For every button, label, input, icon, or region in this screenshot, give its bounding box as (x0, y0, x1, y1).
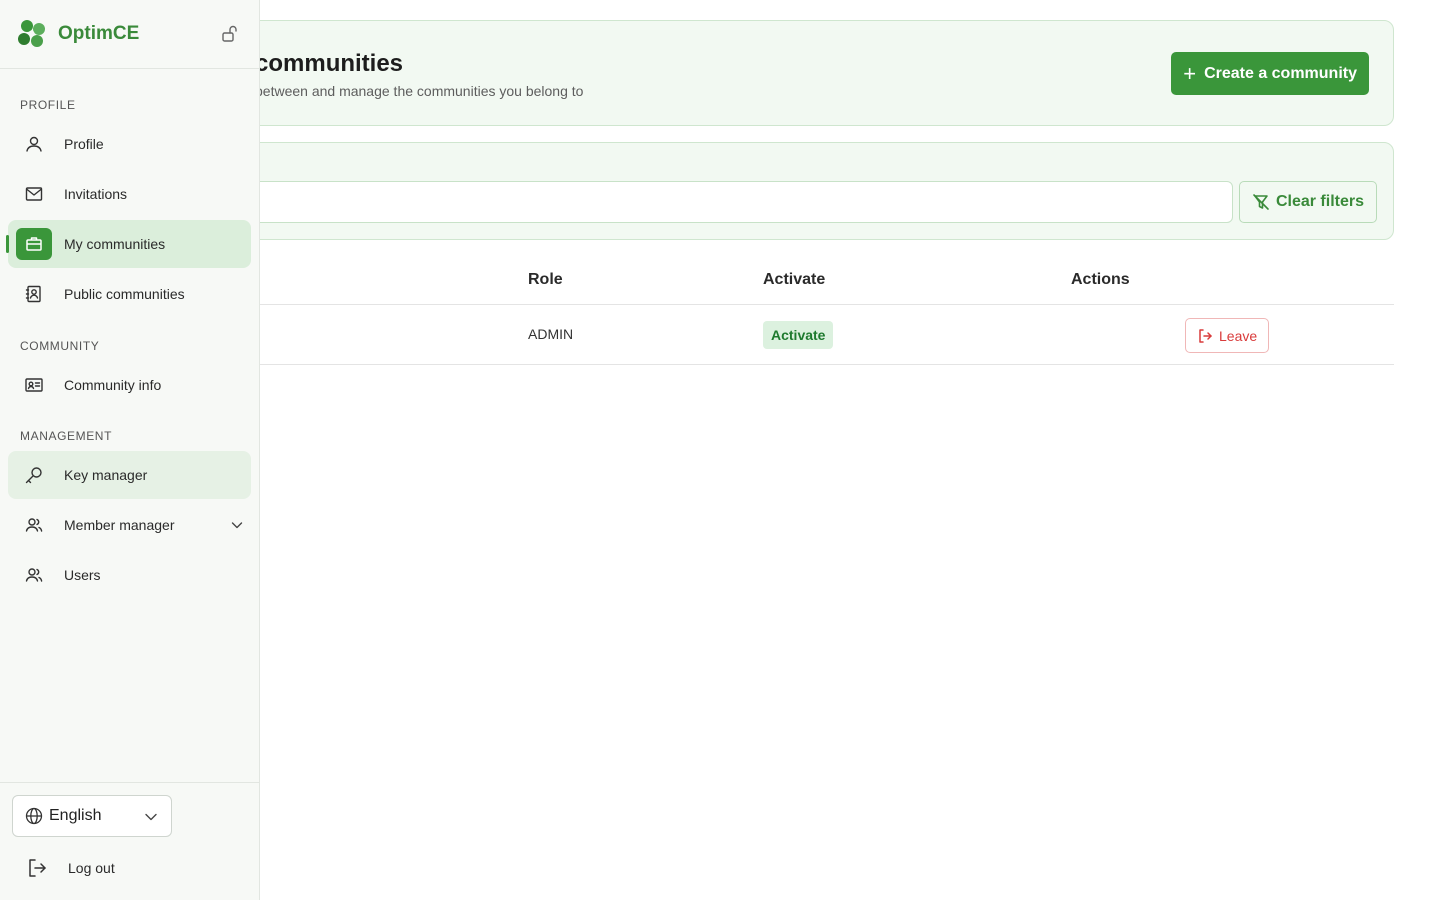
divider (0, 68, 259, 69)
sidebar-item-label: Member manager (64, 517, 175, 533)
clear-filters-label: Clear filters (1275, 193, 1364, 210)
sidebar-item-label: My communities (64, 236, 166, 252)
clear-filters-button[interactable]: Clear filters (1238, 181, 1377, 223)
search-input[interactable] (217, 181, 1233, 223)
sidebar-item-key-manager[interactable]: Key manager (8, 451, 251, 499)
page-subtitle: between and manage the communities you b… (255, 83, 584, 99)
sidebar: OptimCE PROFILE Profile Invitations My c… (0, 0, 260, 900)
role-cell: ADMIN (528, 326, 574, 342)
sidebar-item-my-communities[interactable]: My communities (6, 220, 251, 268)
clover-logo-icon (18, 20, 45, 47)
contact-book-icon (24, 284, 44, 304)
sidebar-item-label: Invitations (64, 186, 128, 202)
logout-button[interactable]: Log out (16, 852, 216, 884)
users-icon (24, 515, 44, 535)
globe-icon (25, 807, 43, 825)
sidebar-item-label: Public communities (64, 286, 185, 302)
column-header-actions: Actions (1071, 271, 1130, 288)
activate-badge[interactable]: Activate (763, 321, 834, 349)
divider (0, 782, 259, 783)
users-icon (24, 565, 44, 585)
section-label-profile: PROFILE (20, 98, 76, 112)
sidebar-item-member-manager[interactable]: Member manager (8, 501, 251, 549)
table-header: Role Activate Actions (200, 256, 1394, 305)
language-value: English (49, 807, 102, 824)
create-community-label: Create a community (1204, 64, 1357, 82)
language-select[interactable]: English (12, 795, 172, 837)
sidebar-item-public-communities[interactable]: Public communities (8, 270, 251, 318)
sidebar-item-label: Community info (64, 377, 162, 393)
column-header-activate: Activate (763, 271, 826, 288)
mail-icon (24, 184, 44, 204)
sidebar-item-profile[interactable]: Profile (8, 120, 251, 168)
sidebar-item-label: Users (64, 567, 101, 583)
unlock-icon[interactable] (220, 24, 240, 44)
active-indicator (6, 235, 9, 253)
logout-label: Log out (68, 860, 115, 876)
section-label-community: COMMUNITY (20, 339, 100, 353)
logout-icon (1199, 328, 1212, 343)
create-community-button[interactable]: + Create a community (1171, 52, 1369, 95)
sidebar-item-community-info[interactable]: Community info (8, 361, 251, 409)
id-card-icon (24, 375, 44, 395)
leave-label: Leave (1219, 327, 1258, 344)
chevron-down-icon[interactable] (229, 517, 245, 533)
app-name: OptimCE (58, 23, 140, 44)
column-header-role: Role (528, 271, 563, 288)
sidebar-item-users[interactable]: Users (8, 551, 251, 599)
table-row: ADMIN Activate Leave (200, 305, 1394, 365)
sidebar-item-invitations[interactable]: Invitations (8, 170, 251, 218)
user-icon (24, 134, 44, 154)
brand[interactable]: OptimCE (16, 18, 139, 50)
key-icon (24, 465, 44, 485)
logout-icon (29, 859, 46, 877)
filter-off-icon (1253, 194, 1269, 210)
sidebar-item-label: Profile (64, 136, 104, 152)
leave-button[interactable]: Leave (1185, 318, 1270, 353)
page-header-card: communities between and manage the commu… (200, 20, 1394, 126)
page-title: communities (255, 50, 404, 77)
plus-icon: + (1183, 60, 1197, 86)
communities-table: Role Activate Actions ADMIN Activate Lea… (200, 256, 1394, 365)
filter-card: Clear filters (200, 142, 1394, 240)
chevron-down-icon (145, 813, 157, 821)
sidebar-item-label: Key manager (64, 467, 148, 483)
section-label-management: MANAGEMENT (20, 429, 113, 443)
briefcase-icon (16, 228, 52, 260)
